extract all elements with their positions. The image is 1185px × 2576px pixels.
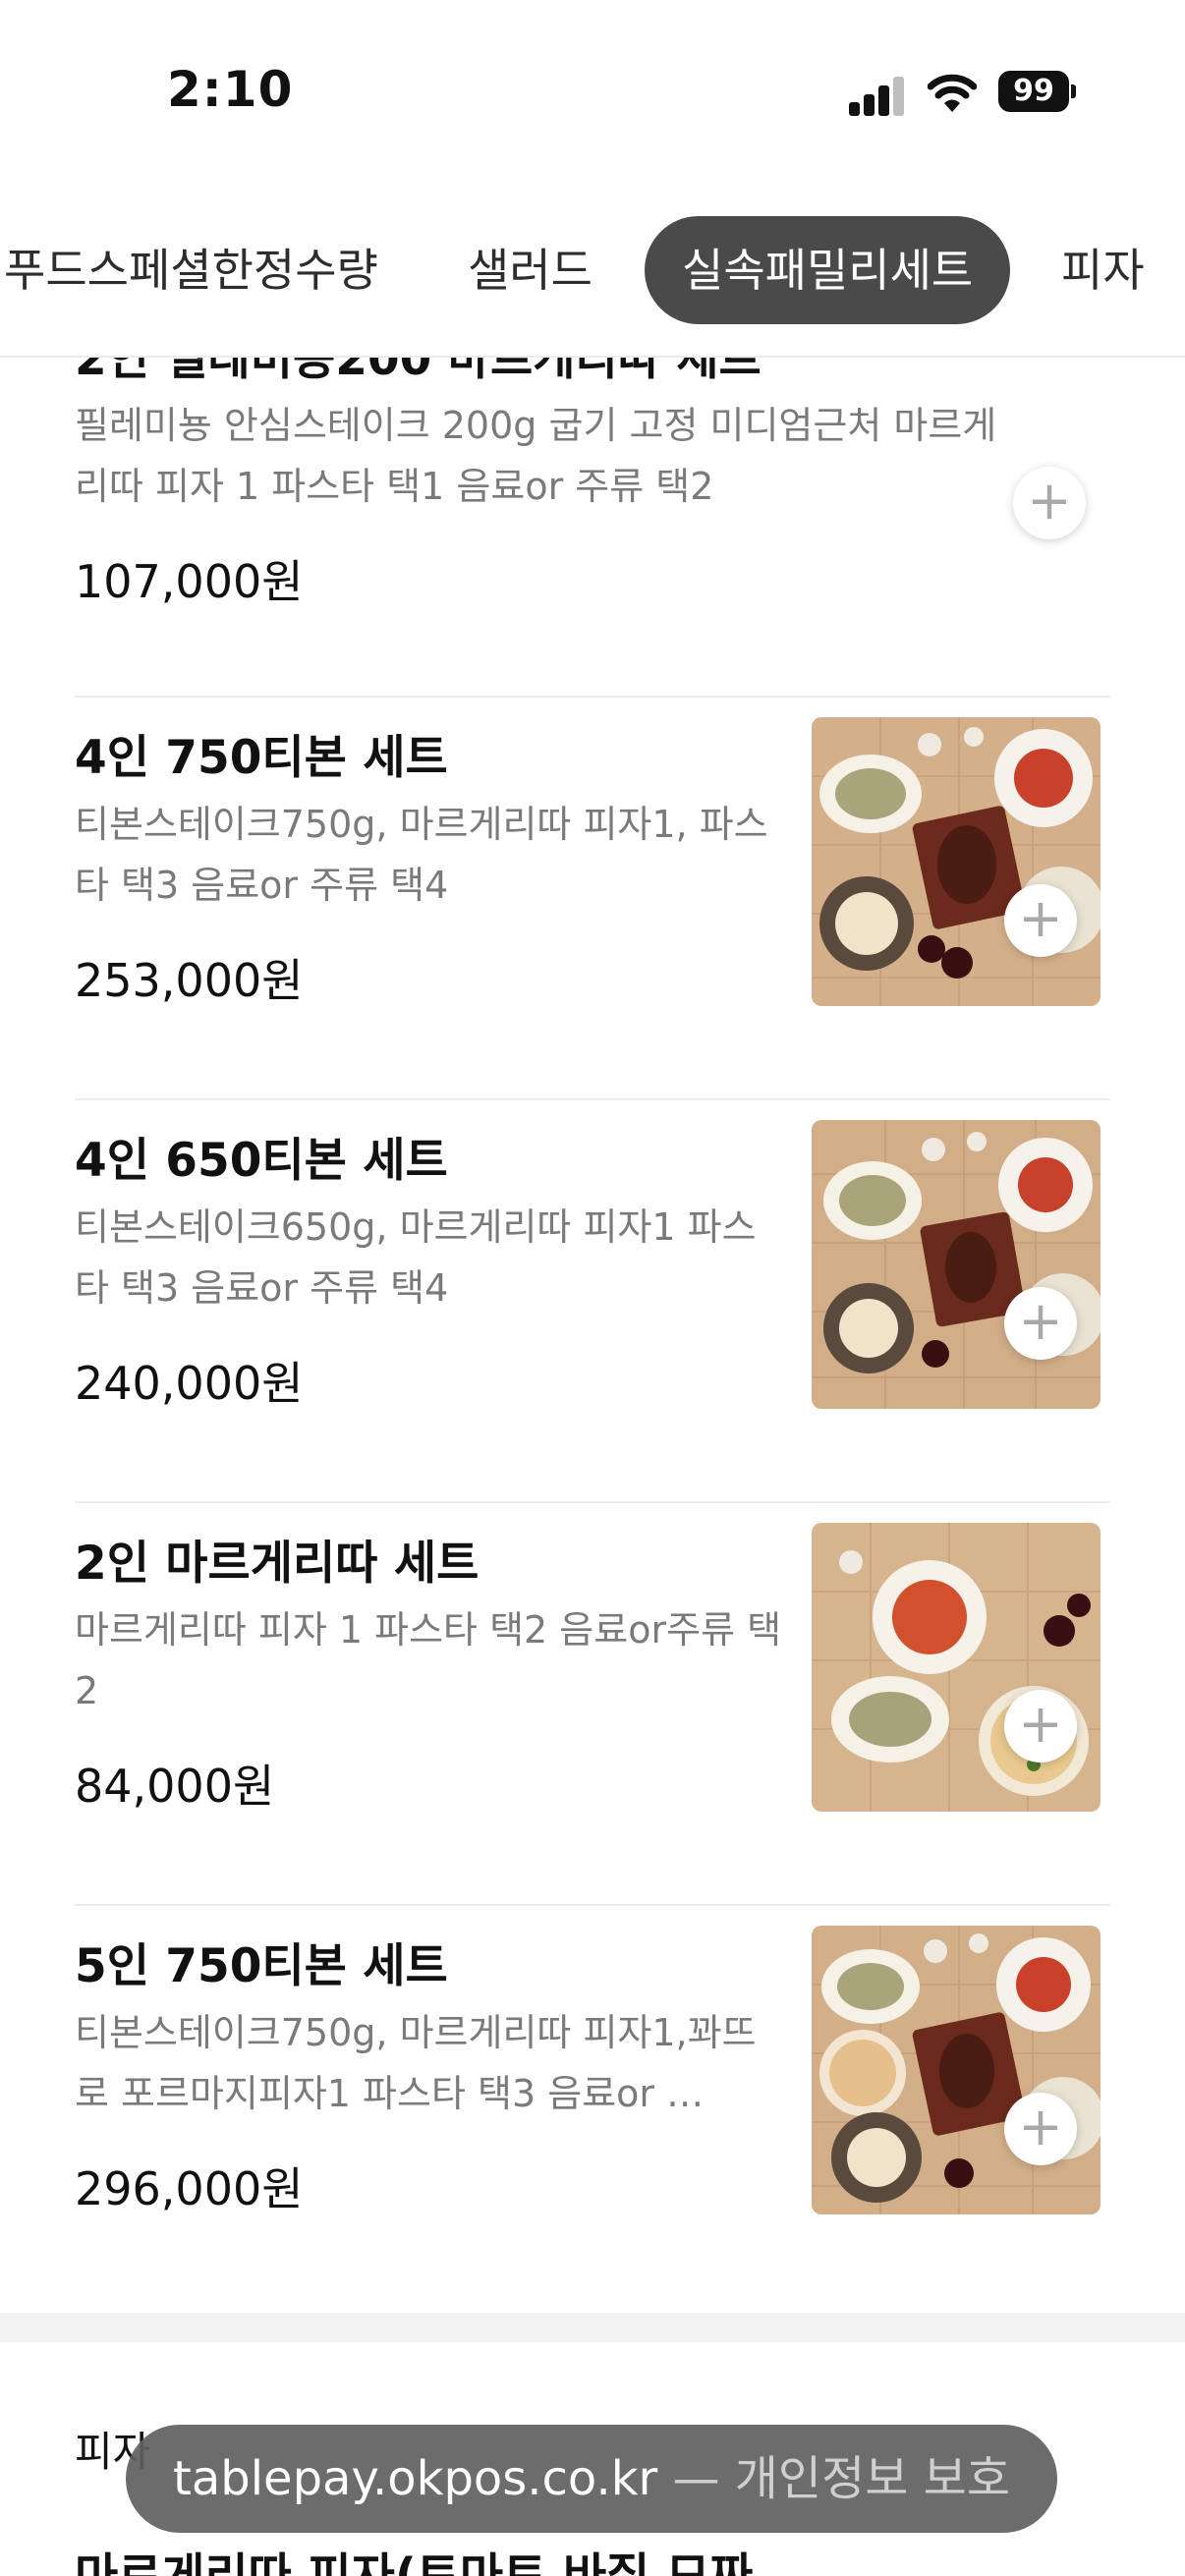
signal-icon bbox=[849, 77, 904, 116]
menu-item[interactable]: 2인 필레미뇽200 마르게리따 세트 필레미뇽 안심스테이크 200g 굽기 … bbox=[0, 358, 1185, 662]
toast-domain: tablepay.okpos.co.kr bbox=[173, 2451, 658, 2506]
menu-item-title: 2인 마르게리따 세트 bbox=[75, 1537, 480, 1591]
menu-item-price: 296,000원 bbox=[75, 2162, 304, 2215]
add-to-cart-button[interactable]: + bbox=[1004, 1287, 1077, 1360]
menu-item-price: 107,000원 bbox=[75, 555, 304, 608]
category-tabs: 푸드스페셜한정수량 샐러드 실속패밀리세트 피자 bbox=[0, 206, 1185, 354]
add-to-cart-button[interactable]: + bbox=[1004, 884, 1077, 957]
menu-item-price: 84,000원 bbox=[75, 1760, 275, 1813]
menu-item[interactable]: 4인 650티본 세트 티본스테이크650g, 마르게리따 피자1 파스타 택3… bbox=[0, 1100, 1185, 1503]
wifi-icon bbox=[928, 74, 977, 112]
menu-item-image bbox=[812, 1523, 1100, 1812]
menu-item-title[interactable]: 마르게리따 피자(토마토 바질 모짜 bbox=[75, 2537, 753, 2576]
browser-url-toast[interactable]: tablepay.okpos.co.kr — 개인정보 보호 bbox=[126, 2425, 1057, 2533]
menu-item-title: 5인 750티본 세트 bbox=[75, 1939, 448, 1993]
menu-item-image bbox=[812, 1926, 1100, 2214]
battery-level: 99 bbox=[998, 71, 1069, 112]
menu-item-desc: 마르게리따 피자 1 파스타 택2 음료or주류 택2 bbox=[75, 1608, 782, 1712]
menu-list: 2인 필레미뇽200 마르게리따 세트 필레미뇽 안심스테이크 200g 굽기 … bbox=[0, 358, 1185, 2313]
menu-item-desc: 티본스테이크650g, 마르게리따 피자1 파스타 택3 음료or 주류 택4 bbox=[75, 1205, 757, 1310]
toast-privacy-label: — 개인정보 보호 bbox=[657, 2451, 1010, 2506]
status-time: 2:10 bbox=[167, 61, 294, 118]
tab-family-set[interactable]: 실속패밀리세트 bbox=[645, 216, 1011, 324]
menu-item-desc: 필레미뇽 안심스테이크 200g 굽기 고정 미디엄근처 마르게리따 피자 1 … bbox=[75, 404, 997, 508]
tab-foodspecial[interactable]: 푸드스페셜한정수량 bbox=[4, 216, 378, 324]
battery-icon: 99 bbox=[998, 71, 1077, 116]
menu-item[interactable]: 4인 750티본 세트 티본스테이크750g, 마르게리따 피자1, 파스타 택… bbox=[0, 698, 1185, 1100]
menu-item-price: 240,000원 bbox=[75, 1357, 304, 1410]
menu-item[interactable]: 5인 750티본 세트 티본스테이크750g, 마르게리따 피자1,꽈뜨로 포르… bbox=[0, 1906, 1185, 2309]
tab-salad[interactable]: 샐러드 bbox=[468, 216, 592, 324]
menu-item-price: 253,000원 bbox=[75, 954, 304, 1007]
add-to-cart-button[interactable]: + bbox=[1004, 2093, 1077, 2165]
menu-item-title: 4인 750티본 세트 bbox=[75, 731, 448, 785]
menu-item[interactable]: 2인 마르게리따 세트 마르게리따 피자 1 파스타 택2 음료or주류 택2 … bbox=[0, 1503, 1185, 1906]
add-to-cart-button[interactable]: + bbox=[1004, 1690, 1077, 1763]
status-bar: 2:10 99 bbox=[0, 0, 1185, 187]
menu-item-image bbox=[812, 1120, 1100, 1409]
tab-pizza[interactable]: 피자 bbox=[1061, 216, 1145, 324]
menu-item-title: 2인 필레미뇽200 마르게리따 세트 bbox=[75, 358, 762, 386]
add-to-cart-button[interactable]: + bbox=[1013, 467, 1086, 539]
menu-item-image bbox=[812, 717, 1100, 1006]
menu-item-desc: 티본스테이크750g, 마르게리따 피자1,꽈뜨로 포르마지피자1 파스타 택3… bbox=[75, 2011, 757, 2115]
menu-item-title: 4인 650티본 세트 bbox=[75, 1134, 448, 1188]
section-separator bbox=[0, 2313, 1185, 2342]
menu-item-desc: 티본스테이크750g, 마르게리따 피자1, 파스타 택3 음료or 주류 택4 bbox=[75, 803, 768, 907]
